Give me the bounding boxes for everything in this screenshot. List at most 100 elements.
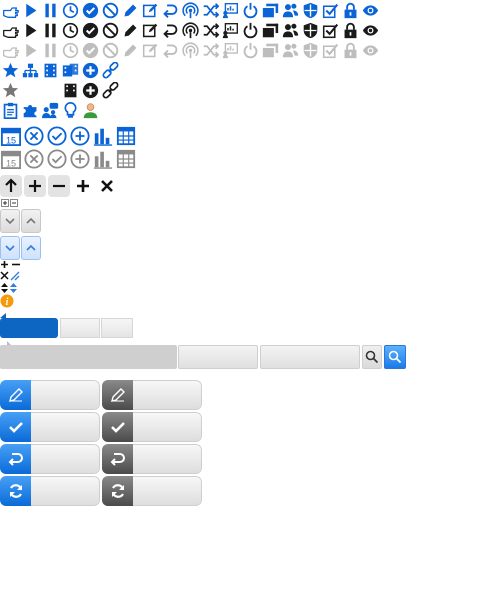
undo-icon[interactable] [160, 0, 180, 20]
shuffle-icon[interactable] [200, 20, 220, 40]
grid-icon[interactable] [115, 125, 137, 147]
add-circle-dark-icon[interactable] [80, 80, 100, 100]
command-label-area [31, 380, 100, 410]
remove-circle-gray-icon[interactable] [23, 148, 45, 170]
broadcast-icon [180, 40, 200, 60]
edit-icon[interactable] [140, 20, 160, 40]
check-circle-icon[interactable] [80, 20, 100, 40]
undo-icon[interactable] [160, 20, 180, 40]
add-circle-icon[interactable] [80, 60, 100, 80]
svg-text:i: i [6, 297, 9, 308]
link-dark-icon[interactable] [100, 80, 120, 100]
add-circle-outline-icon[interactable] [69, 125, 91, 147]
chevron-down-selected-button[interactable] [0, 236, 20, 260]
play-icon[interactable] [20, 0, 40, 20]
users-icon[interactable] [280, 0, 300, 20]
eye-icon[interactable] [360, 20, 380, 40]
lock-icon[interactable] [340, 0, 360, 20]
text-field-1[interactable] [178, 345, 258, 369]
remove-circle-icon[interactable] [23, 125, 45, 147]
bar-chart-gray-icon[interactable] [92, 148, 114, 170]
sitemap-icon[interactable] [20, 60, 40, 80]
grid-gray-icon[interactable] [115, 148, 137, 170]
search-button[interactable] [362, 345, 382, 369]
checkbox-icon[interactable] [320, 20, 340, 40]
pause-icon[interactable] [40, 20, 60, 40]
undo-command-button[interactable] [0, 444, 100, 474]
check-circle-icon[interactable] [80, 0, 100, 20]
ok-circle-gray-icon[interactable] [46, 148, 68, 170]
plus-button[interactable] [24, 175, 46, 197]
undo-icon [8, 453, 23, 466]
chevron-up-button[interactable] [21, 209, 41, 233]
pencil-icon[interactable] [120, 0, 140, 20]
lightbulb-icon[interactable] [60, 100, 80, 120]
star-gray-icon[interactable] [0, 80, 20, 100]
add-circle-outline-gray-icon[interactable] [69, 148, 91, 170]
edit-command-button-dark[interactable] [102, 380, 202, 410]
clock-icon[interactable] [60, 0, 80, 20]
shield-icon[interactable] [300, 20, 320, 40]
broadcast-icon[interactable] [180, 20, 200, 40]
block-icon[interactable] [100, 0, 120, 20]
close-button[interactable] [96, 175, 118, 197]
shield-icon[interactable] [300, 0, 320, 20]
edit-icon[interactable] [140, 0, 160, 20]
film-pair-icon[interactable] [60, 60, 80, 80]
text-field-2[interactable] [260, 345, 360, 369]
pointing-hand-icon[interactable] [0, 20, 20, 40]
check-command-button-dark[interactable] [102, 412, 202, 442]
command-label-area [31, 444, 100, 474]
refresh-command-button[interactable] [0, 476, 100, 506]
tab-2[interactable] [60, 318, 100, 338]
pause-icon[interactable] [40, 0, 60, 20]
eye-icon[interactable] [360, 0, 380, 20]
small-button-row [0, 175, 120, 197]
checkbox-icon[interactable] [320, 0, 340, 20]
pause-icon [40, 40, 60, 60]
shuffle-icon[interactable] [200, 0, 220, 20]
play-icon[interactable] [20, 20, 40, 40]
calendar-gray-icon[interactable]: 15 [0, 148, 22, 170]
edit-command-button[interactable] [0, 380, 100, 410]
chat-users-icon[interactable] [40, 100, 60, 120]
power-icon[interactable] [240, 20, 260, 40]
tab-selected[interactable] [0, 318, 58, 338]
film-dark-icon[interactable] [60, 80, 80, 100]
chart-board-icon[interactable] [220, 20, 240, 40]
chevron-up-selected-button[interactable] [21, 236, 41, 260]
undo-command-button-dark[interactable] [102, 444, 202, 474]
windows-icon[interactable] [260, 0, 280, 20]
bar-chart-icon[interactable] [92, 125, 114, 147]
lock-icon[interactable] [340, 20, 360, 40]
minus-button[interactable] [48, 175, 70, 197]
puzzle-icon[interactable] [20, 100, 40, 120]
film-icon[interactable] [40, 60, 60, 80]
plus-bold-button[interactable] [72, 175, 94, 197]
chevron-down-button[interactable] [0, 209, 20, 233]
close-icon [101, 180, 113, 192]
refresh-icon [111, 484, 124, 498]
shield-icon [300, 40, 320, 60]
users-icon[interactable] [280, 20, 300, 40]
search-button-active[interactable] [384, 345, 406, 369]
clipboard-icon[interactable] [0, 100, 20, 120]
tab-3[interactable] [101, 318, 133, 338]
power-icon[interactable] [240, 0, 260, 20]
block-icon[interactable] [100, 20, 120, 40]
windows-icon[interactable] [260, 20, 280, 40]
broadcast-icon[interactable] [180, 0, 200, 20]
pointing-hand-icon[interactable] [0, 0, 20, 20]
toolbar-row-gray [0, 40, 380, 60]
chart-board-icon[interactable] [220, 0, 240, 20]
arrow-up-button[interactable] [0, 175, 22, 197]
refresh-command-button-dark[interactable] [102, 476, 202, 506]
link-icon[interactable] [100, 60, 120, 80]
star-badge-icon[interactable] [0, 60, 20, 80]
check-command-button[interactable] [0, 412, 100, 442]
pencil-icon[interactable] [120, 20, 140, 40]
clock-icon[interactable] [60, 20, 80, 40]
calendar-icon[interactable]: 15 [0, 125, 22, 147]
user-icon[interactable] [80, 100, 100, 120]
ok-circle-icon[interactable] [46, 125, 68, 147]
